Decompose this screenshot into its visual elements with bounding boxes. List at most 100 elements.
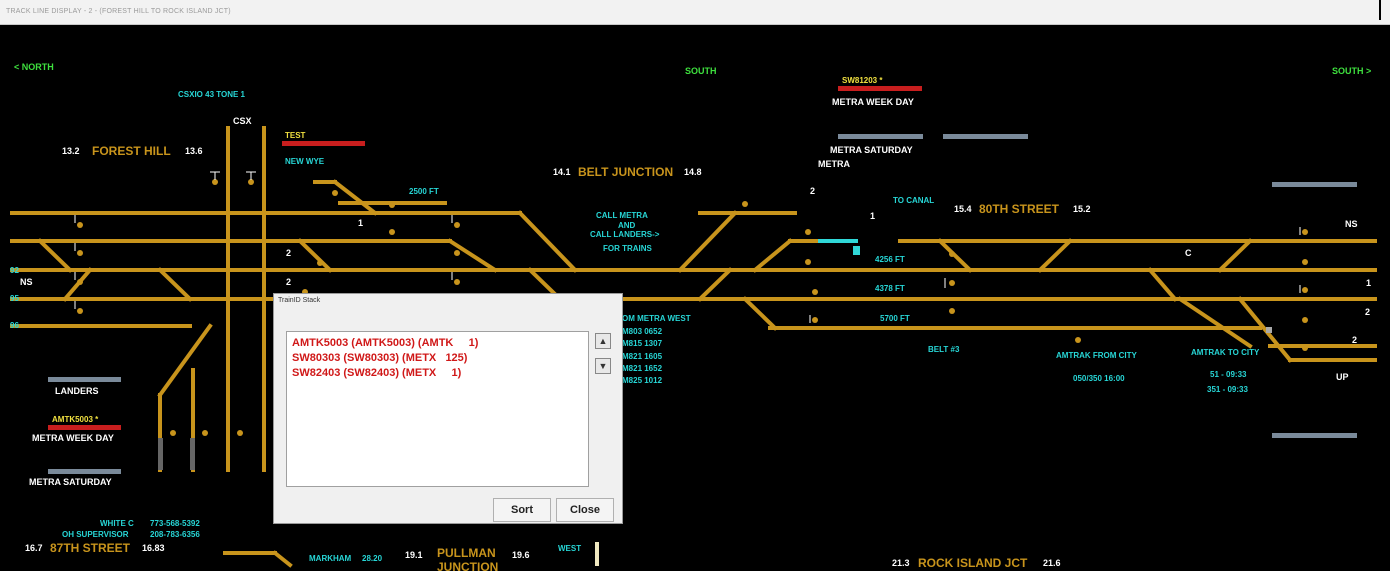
train-id-list[interactable]: AMTK5003 (AMTK5003) (AMTK 1) SW80303 (SW… — [286, 331, 589, 487]
connector-h — [1037, 238, 1073, 273]
87th-street-start-mp: 16.7 — [25, 543, 43, 553]
up-label: UP — [1336, 372, 1349, 382]
track-number-2-left: 2 — [286, 248, 292, 258]
amtk5003-train-bar[interactable] — [48, 425, 121, 430]
call-metra-line4: FOR TRAINS — [603, 244, 652, 253]
connector-n — [157, 267, 193, 302]
move-down-button[interactable]: ▼ — [595, 358, 611, 374]
csx-tone-label: CSXIO 43 TONE 1 — [178, 90, 245, 99]
connector-a — [517, 210, 578, 273]
connector-e — [697, 267, 733, 302]
ns-left-label: NS — [20, 277, 33, 287]
white-c-phone: 773-568-5392 — [150, 519, 200, 528]
list-item[interactable]: SW82403 (SW82403) (METX 1) — [292, 367, 461, 379]
amtrak-to-city-label: AMTRAK TO CITY — [1191, 348, 1260, 357]
metra-label: METRA — [818, 159, 850, 169]
track-number-1-top: 1 — [870, 211, 876, 221]
white-c-label: WHITE C — [100, 519, 134, 528]
call-metra-line1: CALL METRA — [596, 211, 648, 220]
forest-hill-end-mp: 13.6 — [185, 146, 203, 156]
connector-g — [937, 238, 973, 273]
belt-junction-end-mp: 14.8 — [684, 167, 702, 177]
landers-bar[interactable] — [48, 377, 121, 382]
rock-island-end-mp: 21.6 — [1043, 558, 1061, 568]
metra-week-day-top: METRA WEEK DAY — [832, 97, 914, 107]
gray-bar-right-top[interactable] — [1272, 182, 1357, 187]
connector-q — [297, 238, 333, 273]
connector-i — [1147, 267, 1178, 302]
track-lines — [10, 126, 1377, 568]
amtrak-to-time-2: 351 - 09:33 — [1207, 385, 1248, 394]
trainid-stack-dialog: TrainID Stack AMTK5003 (AMTK5003) (AMTK … — [273, 293, 623, 524]
right-track-2b: 2 — [1352, 335, 1358, 345]
connector-m — [62, 267, 93, 302]
to-canal-label: TO CANAL — [893, 196, 935, 205]
forest-hill-start-mp: 13.2 — [62, 146, 80, 156]
right-track-2: 2 — [1365, 307, 1371, 317]
metra-extra-bar-top[interactable] — [943, 134, 1028, 139]
amtrak-to-time-1: 51 - 09:33 — [1210, 370, 1247, 379]
5700ft-label: 5700 FT — [880, 314, 910, 323]
80th-street-station: 80TH STREET — [979, 202, 1060, 216]
metra-row-3: M821 1605 — [622, 352, 663, 361]
test-train-bar[interactable] — [282, 141, 365, 146]
metra-row-4: M821 1652 — [622, 364, 663, 373]
belt-3-label: BELT #3 — [928, 345, 960, 354]
track-number-2-top: 2 — [810, 186, 816, 196]
new-wye-label: NEW WYE — [285, 157, 325, 166]
call-metra-line2: AND — [618, 221, 636, 230]
dialog-title: TrainID Stack — [278, 297, 321, 304]
sw81203-train-bar[interactable] — [838, 86, 922, 91]
80th-street-start-mp: 15.4 — [954, 204, 972, 214]
signals — [77, 179, 1308, 436]
sort-button[interactable]: Sort — [493, 498, 551, 522]
oh-supervisor-phone: 208-783-6356 — [150, 530, 200, 539]
belt-junction-station: BELT JUNCTION — [578, 165, 674, 179]
list-item[interactable]: AMTK5003 (AMTK5003) (AMTK 1) — [292, 337, 478, 349]
markham-number: 28.20 — [362, 554, 383, 563]
gray-bar-right-bottom[interactable] — [1272, 433, 1357, 438]
test-train-id[interactable]: TEST — [285, 132, 305, 140]
connector-d — [752, 238, 793, 273]
metra-saturday-bar-left[interactable] — [48, 469, 121, 474]
4256ft-label: 4256 FT — [875, 255, 905, 264]
track-96-label: 96 — [10, 321, 19, 330]
wye-connector — [332, 179, 378, 216]
west-label: WEST — [558, 544, 582, 553]
north-nav-link[interactable]: < NORTH — [14, 63, 54, 72]
ns-right-label: NS — [1345, 219, 1358, 229]
metra-row-2: M815 1307 — [622, 339, 663, 348]
west-marker — [595, 542, 599, 566]
belt-junction-start-mp: 14.1 — [553, 167, 571, 177]
metra-saturday-left: METRA SATURDAY — [29, 477, 112, 487]
move-up-button[interactable]: ▲ — [595, 333, 611, 349]
4378ft-label: 4378 FT — [875, 284, 905, 293]
connector-o — [37, 238, 73, 273]
occupied-marker — [853, 246, 860, 255]
amtrak-from-time: 050/350 16:00 — [1073, 374, 1125, 383]
list-item[interactable]: SW80303 (SW80303) (METX 125) — [292, 352, 467, 364]
track-line-display-window: TRACK LINE DISPLAY - 2 - (FOREST HILL TO… — [0, 0, 1390, 571]
track-number-1-left: 1 — [358, 218, 364, 228]
track-diagram — [10, 126, 1377, 568]
close-button[interactable]: Close — [556, 498, 614, 522]
track-95-label: 95 — [10, 294, 19, 303]
connector-r — [157, 323, 213, 398]
om-metra-west-label: OM METRA WEST — [622, 314, 691, 323]
pullman-end-mp: 19.6 — [512, 550, 530, 560]
metra-row-5: M825 1012 — [622, 376, 663, 385]
sw81203-train-id[interactable]: SW81203 * — [842, 77, 882, 85]
forest-hill-station: FOREST HILL — [92, 144, 171, 158]
track-92-label: 92 — [10, 266, 19, 275]
south-nav-link[interactable]: SOUTH > — [1332, 67, 1371, 76]
metra-saturday-bar-top[interactable] — [838, 134, 923, 139]
right-track-1: 1 — [1366, 278, 1372, 288]
markham-label: MARKHAM — [309, 554, 352, 563]
87th-street-end-mp: 16.83 — [142, 543, 165, 553]
track-c-label: C — [1185, 248, 1192, 258]
track-number-2-left2: 2 — [286, 277, 292, 287]
rock-island-start-mp: 21.3 — [892, 558, 910, 568]
call-metra-line3: CALL LANDERS-> — [590, 230, 660, 239]
amtk5003-train-id[interactable]: AMTK5003 * — [52, 416, 98, 424]
connector-k — [1177, 296, 1253, 349]
